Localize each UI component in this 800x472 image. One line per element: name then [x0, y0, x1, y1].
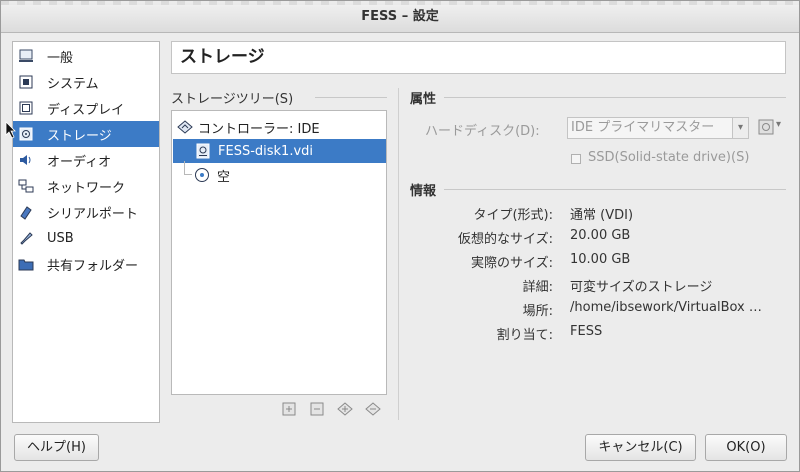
storage-tree[interactable]: コントローラー: IDE FESS-disk1.vdi 空 [171, 110, 387, 395]
hard-disk-icon [195, 143, 211, 159]
tree-item-controller-ide[interactable]: コントローラー: IDE [172, 115, 386, 139]
general-icon [18, 48, 34, 64]
sidebar-item-audio[interactable]: オーディオ [13, 147, 159, 173]
mouse-cursor-icon [5, 121, 17, 139]
ok-button[interactable]: OK(O) [705, 434, 787, 461]
info-attached-to-value: FESS [570, 324, 603, 339]
network-icon [18, 178, 34, 194]
remove-controller-icon[interactable] [309, 400, 326, 417]
sidebar-item-shared-folders[interactable]: 共有フォルダー [13, 251, 159, 277]
ssd-checkbox-label: SSD(Solid-state drive)(S) [588, 150, 750, 165]
attributes-divider [444, 97, 786, 98]
tree-connector [184, 161, 192, 175]
empty-label: 空 [217, 169, 231, 185]
info-divider [444, 189, 786, 190]
info-location-key: 場所: [522, 304, 553, 319]
sidebar-item-label: シリアルポート [47, 206, 138, 222]
sidebar-item-label: 一般 [47, 50, 74, 66]
info-section-title: 情報 [410, 184, 437, 199]
disk-menu-chevron-icon[interactable]: ▾ [776, 119, 781, 130]
tree-item-empty-optical[interactable]: 空 [172, 161, 386, 187]
usb-icon [18, 230, 34, 246]
disk-label: FESS-disk1.vdi [218, 143, 314, 159]
info-virtual-size-key: 仮想的なサイズ: [458, 232, 553, 247]
title-bar-texture [1, 1, 799, 5]
storage-tree-toolbar [281, 400, 382, 417]
display-icon [18, 100, 34, 116]
info-type-value: 通常 (VDI) [570, 208, 634, 223]
tree-item-disk[interactable]: FESS-disk1.vdi [173, 139, 386, 163]
info-details-key: 詳細: [522, 280, 553, 295]
sidebar-item-label: USB [47, 230, 74, 246]
ssd-checkbox[interactable] [571, 154, 581, 164]
sidebar-item-label: ストレージ [47, 128, 112, 144]
optical-disc-icon [194, 167, 210, 183]
sidebar-item-system[interactable]: システム [13, 69, 159, 95]
sidebar-item-general[interactable]: 一般 [13, 43, 159, 69]
hard-disk-slot-select[interactable]: IDE プライマリマスター ▾ [567, 117, 749, 139]
settings-dialog: FESS – 設定 一般 システム ディスプレイ ストレージ オーディオ ネット… [0, 0, 800, 472]
panel-divider [398, 88, 399, 420]
hard-disk-slot-value: IDE プライマリマスター [571, 120, 715, 135]
serial-port-icon [18, 204, 34, 220]
system-icon [18, 74, 34, 90]
sidebar-item-label: オーディオ [47, 154, 112, 170]
controller-icon [177, 119, 193, 135]
title-bar[interactable]: FESS – 設定 [1, 1, 799, 33]
cancel-button[interactable]: キャンセル(C) [585, 434, 696, 461]
add-controller-icon[interactable] [281, 400, 298, 417]
sidebar-item-label: ネットワーク [47, 180, 126, 196]
info-type-key: タイプ(形式): [473, 208, 553, 223]
info-actual-size-key: 実際のサイズ: [471, 256, 553, 271]
sidebar-item-label: システム [47, 76, 99, 92]
attributes-section-title: 属性 [410, 92, 437, 107]
storage-tree-legend-divider [315, 97, 387, 98]
add-attachment-icon[interactable] [337, 400, 354, 417]
hard-disk-label: ハードディスク(D): [425, 124, 540, 139]
settings-sidebar: 一般 システム ディスプレイ ストレージ オーディオ ネットワーク シリアルポー… [12, 41, 160, 423]
choose-disk-icon[interactable] [758, 119, 774, 135]
help-button[interactable]: ヘルプ(H) [14, 434, 99, 461]
controller-label: コントローラー: IDE [198, 121, 320, 137]
storage-tree-legend: ストレージツリー(S) [171, 92, 294, 107]
info-attached-to-key: 割り当て: [496, 328, 553, 343]
chevron-down-icon: ▾ [732, 118, 748, 138]
sidebar-item-label: 共有フォルダー [47, 258, 139, 274]
sidebar-item-usb[interactable]: USB [13, 225, 159, 251]
sidebar-item-serial-port[interactable]: シリアルポート [13, 199, 159, 225]
storage-icon [18, 126, 34, 142]
sidebar-item-display[interactable]: ディスプレイ [13, 95, 159, 121]
info-actual-size-value: 10.00 GB [570, 252, 631, 267]
page-title: ストレージ [171, 41, 786, 74]
sidebar-item-storage[interactable]: ストレージ [13, 121, 159, 147]
info-details-value: 可変サイズのストレージ [570, 280, 713, 295]
audio-icon [18, 152, 34, 168]
sidebar-item-network[interactable]: ネットワーク [13, 173, 159, 199]
shared-folder-icon [18, 256, 34, 272]
remove-attachment-icon[interactable] [365, 400, 382, 417]
window-title: FESS – 設定 [361, 9, 439, 24]
info-virtual-size-value: 20.00 GB [570, 228, 631, 243]
sidebar-item-label: ディスプレイ [47, 102, 125, 118]
info-location-value: /home/ibsework/VirtualBox … [570, 300, 762, 315]
